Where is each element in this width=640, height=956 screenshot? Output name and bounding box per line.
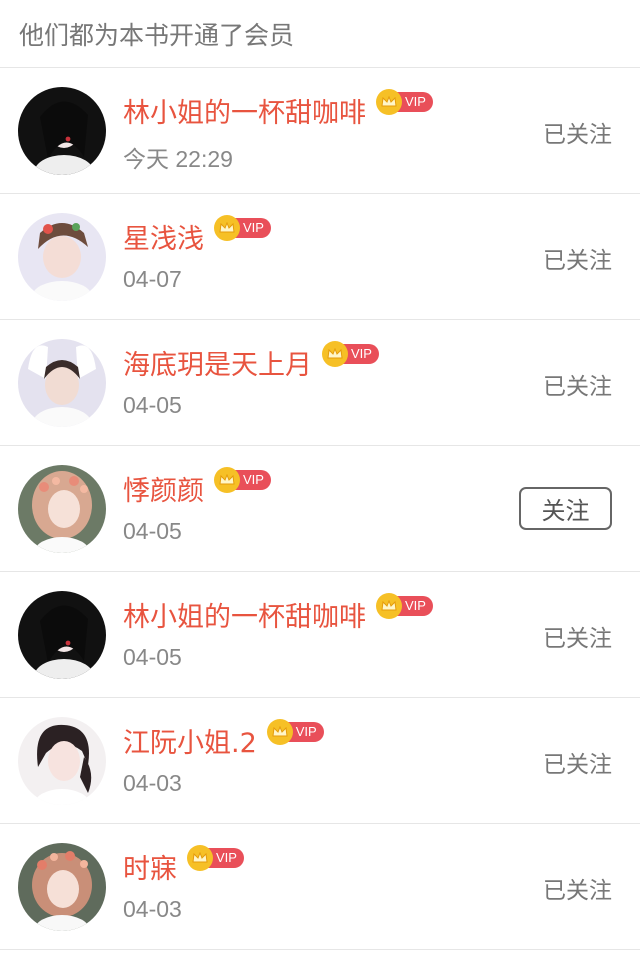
followed-status[interactable]: 已关注: [543, 367, 612, 401]
vip-badge: VIP: [376, 593, 433, 619]
vip-badge: VIP: [214, 467, 271, 493]
avatar[interactable]: [18, 591, 106, 679]
list-item[interactable]: 林小姐的一杯甜咖啡 VIP 04-05 已关注: [0, 572, 640, 698]
followed-status[interactable]: 已关注: [543, 241, 612, 275]
list-item[interactable]: 时寐 VIP 04-03 已关注: [0, 824, 640, 950]
join-time: 04-05: [123, 644, 182, 670]
crown-icon: [376, 593, 402, 619]
vip-badge: VIP: [266, 719, 324, 745]
crown-icon: [187, 845, 213, 871]
avatar[interactable]: [18, 213, 106, 301]
header: 他们都为本书开通了会员: [0, 0, 640, 68]
followed-status[interactable]: 已关注: [543, 619, 612, 653]
crown-icon: [266, 719, 293, 745]
crown-icon: [214, 467, 240, 493]
crown-icon: [322, 341, 348, 367]
join-time: 04-07: [123, 266, 182, 292]
avatar[interactable]: [18, 339, 106, 427]
join-time: 04-05: [123, 392, 182, 418]
list-item[interactable]: 林小姐的一杯甜咖啡 VIP 今天 22:29 已关注: [0, 68, 640, 194]
list-item[interactable]: 江阮小姐.2 VIP 04-03 已关注: [0, 698, 640, 824]
followed-status[interactable]: 已关注: [543, 745, 612, 779]
member-name[interactable]: 星浅浅: [123, 217, 204, 256]
join-time: 04-03: [123, 896, 182, 922]
avatar[interactable]: [18, 717, 106, 805]
member-name[interactable]: 林小姐的一杯甜咖啡: [123, 595, 366, 634]
member-name[interactable]: 林小姐的一杯甜咖啡: [123, 91, 366, 130]
vip-badge: VIP: [376, 89, 433, 115]
follow-button[interactable]: 关注: [519, 487, 612, 530]
page-title: 他们都为本书开通了会员: [19, 20, 295, 50]
vip-badge: VIP: [214, 215, 271, 241]
avatar[interactable]: [18, 87, 106, 175]
member-name[interactable]: 悸颜颜: [123, 469, 204, 508]
join-time: 04-05: [123, 518, 182, 544]
vip-badge: VIP: [322, 341, 379, 367]
member-name[interactable]: 时寐: [123, 847, 177, 886]
avatar[interactable]: [18, 843, 106, 931]
member-list: 林小姐的一杯甜咖啡 VIP 今天 22:29 已关注 星浅浅 VIP 04-07…: [0, 68, 640, 950]
followed-status[interactable]: 已关注: [543, 871, 612, 905]
member-name[interactable]: 海底玥是天上月: [123, 343, 312, 382]
list-item[interactable]: 星浅浅 VIP 04-07 已关注: [0, 194, 640, 320]
crown-icon: [376, 89, 402, 115]
avatar[interactable]: [18, 465, 106, 553]
join-time: 04-03: [123, 770, 182, 796]
join-time: 今天 22:29: [123, 146, 233, 172]
list-item[interactable]: 海底玥是天上月 VIP 04-05 已关注: [0, 320, 640, 446]
crown-icon: [214, 215, 240, 241]
list-item[interactable]: 悸颜颜 VIP 04-05 关注: [0, 446, 640, 572]
member-name[interactable]: 江阮小姐.2: [123, 721, 257, 760]
vip-badge: VIP: [187, 845, 244, 871]
followed-status[interactable]: 已关注: [543, 115, 612, 149]
